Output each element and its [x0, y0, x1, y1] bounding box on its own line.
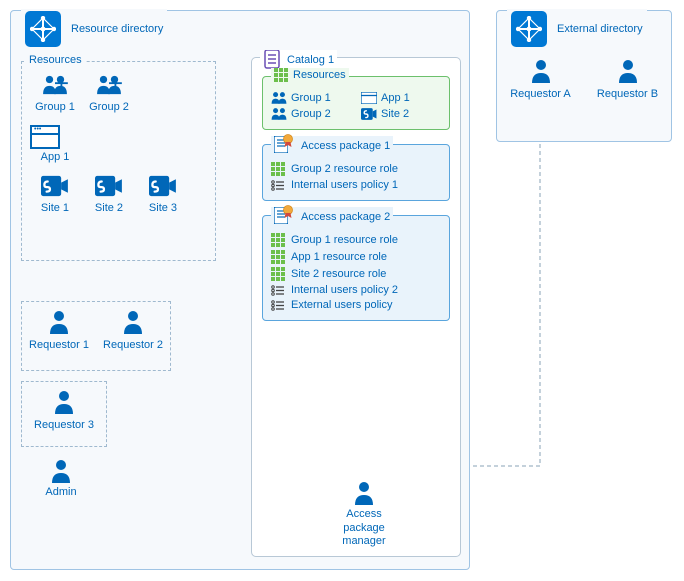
- resource-role-icon: [271, 267, 285, 281]
- ap2-policy-internal-label: Internal users policy 2: [291, 284, 398, 296]
- sharepoint-icon: [41, 175, 69, 197]
- resource-site1: Site 1: [30, 175, 80, 214]
- group-icon: [95, 74, 123, 96]
- resources-grid-icon: [274, 68, 288, 82]
- requestor-a: Requestor A: [509, 59, 573, 100]
- resource-app1-label: App 1: [30, 151, 80, 163]
- ap2-policy-external: External users policy: [271, 299, 441, 311]
- admin-label: Admin: [31, 486, 91, 498]
- policy-icon: [271, 300, 285, 311]
- person-icon: [617, 59, 639, 83]
- ap2-role-group1-label: Group 1 resource role: [291, 234, 398, 246]
- ap2-role-app1-label: App 1 resource role: [291, 251, 387, 263]
- person-icon: [48, 310, 70, 334]
- external-directory-header: External directory: [507, 9, 647, 49]
- ap2-policy-external-label: External users policy: [291, 299, 393, 311]
- resource-directory-panel: Resource directory Resources Group 1 Gro…: [10, 10, 470, 570]
- ap2-role-site2: Site 2 resource role: [271, 267, 441, 281]
- sharepoint-icon: [149, 175, 177, 197]
- catalog-icon: [263, 50, 281, 70]
- access-package-manager: Access package manager: [324, 481, 404, 548]
- requestor-1-label: Requestor 1: [27, 339, 91, 351]
- admin: Admin: [31, 459, 91, 498]
- person-icon: [530, 59, 552, 83]
- person-icon: [53, 390, 75, 414]
- resource-directory-title: Resource directory: [71, 23, 163, 35]
- resource-site3: Site 3: [138, 175, 188, 214]
- catalog-resource-app1: App 1: [361, 91, 441, 104]
- external-directory-panel: External directory Requestor A Requestor…: [496, 10, 672, 142]
- catalog-resource-site2: Site 2: [361, 107, 441, 120]
- resource-site1-label: Site 1: [30, 202, 80, 214]
- catalog-resource-site2-label: Site 2: [381, 108, 409, 120]
- azure-ad-icon: [25, 11, 61, 47]
- policy-icon: [271, 285, 285, 296]
- requestor-2: Requestor 2: [101, 310, 165, 351]
- policy-icon: [271, 180, 285, 191]
- ap2-role-app1: App 1 resource role: [271, 250, 441, 264]
- resources-panel-title: Resources: [26, 54, 85, 66]
- access-package-icon: [274, 136, 288, 156]
- sharepoint-icon: [361, 108, 377, 120]
- requestor-2-label: Requestor 2: [101, 339, 165, 351]
- resource-group1-label: Group 1: [30, 101, 80, 113]
- group-icon: [271, 91, 287, 104]
- catalog-resource-group1-label: Group 1: [291, 92, 331, 104]
- access-package-1-panel: Access package 1 Group 2 resource role I…: [262, 144, 450, 201]
- resource-role-icon: [271, 250, 285, 264]
- resource-directory-header: Resource directory: [21, 9, 167, 49]
- ap1-role-group2: Group 2 resource role: [271, 162, 441, 176]
- resource-role-icon: [271, 162, 285, 176]
- ap1-policy-internal-label: Internal users policy 1: [291, 179, 398, 191]
- catalog-resource-group2-label: Group 2: [291, 108, 331, 120]
- person-icon: [122, 310, 144, 334]
- person-icon: [353, 481, 375, 505]
- access-package-2-panel: Access package 2 Group 1 resource role A…: [262, 215, 450, 321]
- access-package-1-title: Access package 1: [301, 140, 390, 152]
- requestor-b: Requestor B: [596, 59, 660, 100]
- resource-role-icon: [271, 233, 285, 247]
- catalog-resources-title: Resources: [293, 69, 346, 81]
- catalog-panel: Catalog 1 Resources Group 1 App 1: [251, 57, 461, 557]
- ap1-role-group2-label: Group 2 resource role: [291, 163, 398, 175]
- catalog-resource-group2: Group 2: [271, 107, 351, 120]
- catalog-resource-group1: Group 1: [271, 91, 351, 104]
- resources-panel: Resources Group 1 Group 2 ••• App 1 Site…: [21, 61, 216, 261]
- access-package-manager-label: Access package manager: [324, 508, 404, 548]
- person-icon: [50, 459, 72, 483]
- resource-group2-label: Group 2: [84, 101, 134, 113]
- group-icon: [41, 74, 69, 96]
- requestor-a-label: Requestor A: [509, 88, 573, 100]
- requestor-3-label: Requestor 3: [32, 419, 96, 431]
- catalog-header: Catalog 1: [260, 50, 337, 70]
- azure-ad-icon: [511, 11, 547, 47]
- resource-app1: ••• App 1: [30, 125, 80, 163]
- requestor-1: Requestor 1: [27, 310, 91, 351]
- catalog-title: Catalog 1: [287, 54, 334, 66]
- ap2-role-site2-label: Site 2 resource role: [291, 268, 386, 280]
- resource-site2: Site 2: [84, 175, 134, 214]
- ap2-role-group1: Group 1 resource role: [271, 233, 441, 247]
- access-package-icon: [274, 207, 288, 227]
- resource-group2: Group 2: [84, 74, 134, 113]
- catalog-resource-app1-label: App 1: [381, 92, 410, 104]
- resource-site3-label: Site 3: [138, 202, 188, 214]
- resource-site2-label: Site 2: [84, 202, 134, 214]
- requestor-3: Requestor 3: [32, 390, 96, 431]
- internal-requestors-12-panel: Requestor 1 Requestor 2: [21, 301, 171, 371]
- catalog-resources-panel: Resources Group 1 App 1 Group 2: [262, 76, 450, 130]
- app-icon: •••: [30, 125, 60, 149]
- resource-group1: Group 1: [30, 74, 80, 113]
- external-directory-title: External directory: [557, 23, 643, 35]
- group-icon: [271, 107, 287, 120]
- internal-requestor-3-panel: Requestor 3: [21, 381, 107, 447]
- sharepoint-icon: [95, 175, 123, 197]
- app-icon: [361, 92, 377, 104]
- access-package-2-title: Access package 2: [301, 211, 390, 223]
- ap1-policy-internal: Internal users policy 1: [271, 179, 441, 191]
- ap2-policy-internal: Internal users policy 2: [271, 284, 441, 296]
- requestor-b-label: Requestor B: [596, 88, 660, 100]
